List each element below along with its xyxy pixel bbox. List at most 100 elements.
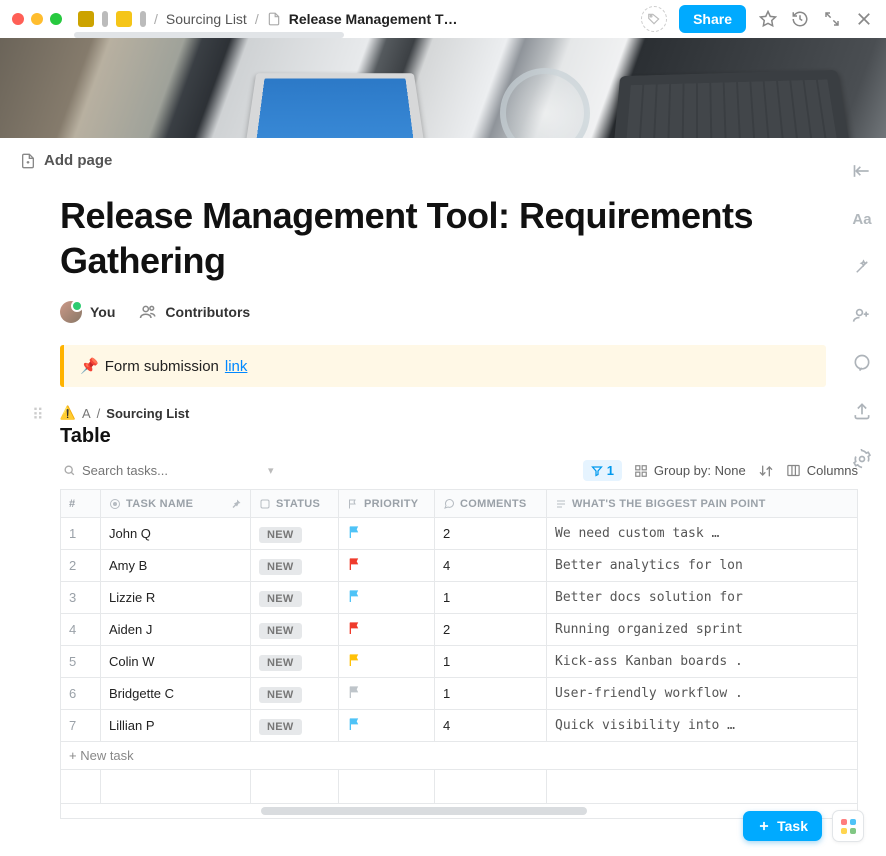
you-chip[interactable]: You [60, 301, 115, 323]
text-style-button[interactable]: Aa [851, 208, 873, 230]
apps-button[interactable] [832, 810, 864, 842]
cell-task-name[interactable]: Colin W [101, 646, 251, 678]
cell-status[interactable]: NEW [251, 518, 339, 550]
table-row[interactable]: 4Aiden JNEW 2Running organized sprint [61, 614, 858, 646]
cell-comments[interactable]: 1 [435, 678, 547, 710]
callout-link[interactable]: link [225, 358, 248, 375]
callout-text: Form submission [105, 358, 219, 375]
cell-priority[interactable] [339, 710, 435, 742]
cover-image[interactable] [0, 38, 886, 138]
cell-comments[interactable]: 4 [435, 710, 547, 742]
breadcrumb-sep: / [255, 11, 259, 27]
col-pain[interactable]: WHAT'S THE BIGGEST PAIN POINT [547, 490, 858, 518]
filter-button[interactable]: 1 [583, 460, 622, 481]
table-row[interactable]: 2Amy BNEW4Better analytics for lon [61, 550, 858, 582]
table-row[interactable]: 6Bridgette CNEW1User-friendly workflow . [61, 678, 858, 710]
cell-priority[interactable] [339, 518, 435, 550]
cell-pain-point[interactable]: We need custom task … [547, 518, 858, 550]
col-number[interactable]: # [61, 490, 101, 518]
window-max-btn[interactable] [50, 13, 62, 25]
row-number: 4 [61, 614, 101, 646]
cell-pain-point[interactable]: Kick-ass Kanban boards . [547, 646, 858, 678]
project-icon[interactable] [116, 11, 132, 27]
cell-priority[interactable] [339, 614, 435, 646]
col-comments[interactable]: COMMENTS [435, 490, 547, 518]
table-header-row: # TASK NAME STATUS [61, 490, 858, 518]
chat-icon[interactable] [851, 352, 873, 374]
search-box[interactable] [60, 458, 260, 483]
cell-pain-point[interactable]: User-friendly workflow . [547, 678, 858, 710]
star-icon[interactable] [758, 9, 778, 29]
people-icon [139, 303, 157, 321]
cell-comments[interactable]: 1 [435, 646, 547, 678]
magic-icon[interactable] [851, 256, 873, 278]
data-table: # TASK NAME STATUS [60, 489, 858, 819]
page-title[interactable]: Release Management Tool: Requirements Ga… [60, 193, 826, 283]
cell-priority[interactable] [339, 678, 435, 710]
cell-status[interactable]: NEW [251, 646, 339, 678]
window-close-btn[interactable] [12, 13, 24, 25]
cell-status[interactable]: NEW [251, 678, 339, 710]
task-icon [109, 498, 121, 510]
widget-title[interactable]: Table [60, 425, 858, 448]
cell-status[interactable]: NEW [251, 614, 339, 646]
cell-comments[interactable]: 2 [435, 614, 547, 646]
cell-task-name[interactable]: Bridgette C [101, 678, 251, 710]
comment-icon [443, 498, 455, 510]
table-hscrollbar[interactable] [61, 807, 857, 815]
tag-button[interactable] [641, 6, 667, 32]
table-row[interactable]: 3Lizzie RNEW1Better docs solution for [61, 582, 858, 614]
cell-comments[interactable]: 2 [435, 518, 547, 550]
workspace-icon[interactable] [78, 11, 94, 27]
breadcrumb-parent[interactable]: Sourcing List [166, 11, 247, 27]
cell-pain-point[interactable]: Quick visibility into … [547, 710, 858, 742]
people-add-icon[interactable] [851, 304, 873, 326]
cell-pain-point[interactable]: Running organized sprint [547, 614, 858, 646]
new-task-row[interactable]: + New task [61, 742, 858, 770]
groupby-button[interactable]: Group by: None [634, 463, 746, 478]
window-min-btn[interactable] [31, 13, 43, 25]
history-icon[interactable] [790, 9, 810, 29]
close-icon[interactable] [854, 9, 874, 29]
share-button[interactable]: Share [679, 5, 746, 33]
widget-bc-current[interactable]: Sourcing List [106, 406, 189, 421]
cell-comments[interactable]: 1 [435, 582, 547, 614]
sort-button[interactable] [758, 463, 774, 479]
cell-priority[interactable] [339, 582, 435, 614]
widget-bc-a[interactable]: A [82, 406, 91, 421]
upload-icon[interactable] [851, 400, 873, 422]
chevron-down-icon[interactable]: ▾ [268, 464, 274, 477]
cell-priority[interactable] [339, 550, 435, 582]
collapse-icon[interactable] [822, 9, 842, 29]
groupby-text: Group by: None [654, 463, 746, 478]
cell-comments[interactable]: 4 [435, 550, 547, 582]
col-priority[interactable]: PRIORITY [339, 490, 435, 518]
drag-handle-icon[interactable]: ⠿ [32, 405, 44, 425]
plus-icon [757, 819, 771, 833]
cell-task-name[interactable]: Aiden J [101, 614, 251, 646]
cell-task-name[interactable]: Lizzie R [101, 582, 251, 614]
contributors-chip[interactable]: Contributors [139, 303, 250, 321]
col-status[interactable]: STATUS [251, 490, 339, 518]
cell-pain-point[interactable]: Better docs solution for [547, 582, 858, 614]
table-row[interactable]: 7Lillian PNEW4Quick visibility into … [61, 710, 858, 742]
breadcrumb-current[interactable]: Release Management T… [289, 11, 458, 27]
table-row[interactable]: 1John QNEW2We need custom task … [61, 518, 858, 550]
filter-icon [591, 465, 603, 477]
cell-task-name[interactable]: John Q [101, 518, 251, 550]
cell-priority[interactable] [339, 646, 435, 678]
cell-status[interactable]: NEW [251, 582, 339, 614]
table-row[interactable]: 5Colin WNEW1Kick-ass Kanban boards . [61, 646, 858, 678]
outdent-icon[interactable] [851, 160, 873, 182]
cell-status[interactable]: NEW [251, 710, 339, 742]
search-input[interactable] [82, 463, 232, 478]
cell-task-name[interactable]: Amy B [101, 550, 251, 582]
gear-icon[interactable] [851, 448, 873, 470]
cell-task-name[interactable]: Lillian P [101, 710, 251, 742]
project-sep [140, 11, 146, 27]
cell-status[interactable]: NEW [251, 550, 339, 582]
add-page-button[interactable]: Add page [0, 138, 886, 183]
cell-pain-point[interactable]: Better analytics for lon [547, 550, 858, 582]
new-task-button[interactable]: Task [743, 811, 822, 841]
col-task-name[interactable]: TASK NAME [101, 490, 251, 518]
